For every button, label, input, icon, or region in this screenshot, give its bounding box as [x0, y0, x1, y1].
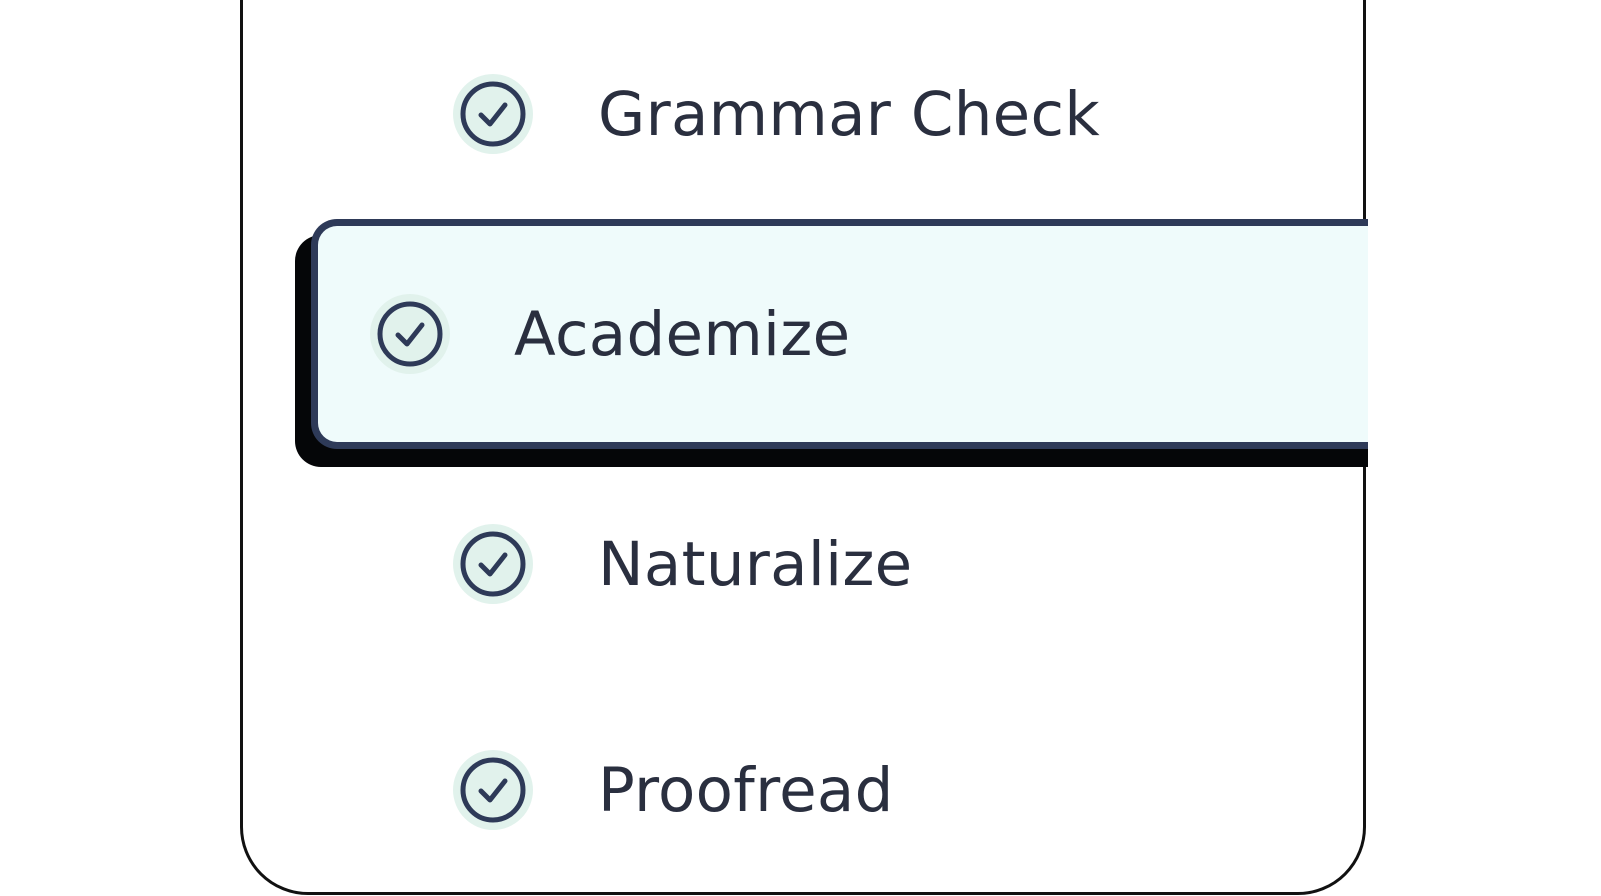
- stage: Grammar Check Academize Naturalize Proof…: [0, 0, 1601, 896]
- check-circle-icon: [453, 524, 533, 604]
- option-label: Proofread: [598, 754, 894, 826]
- check-circle-icon: [370, 294, 450, 374]
- option-label: Grammar Check: [598, 78, 1100, 150]
- option-label: Academize: [514, 298, 851, 370]
- option-academize[interactable]: Academize: [295, 219, 1368, 467]
- check-circle-icon: [453, 750, 533, 830]
- check-circle-icon: [453, 74, 533, 154]
- option-grammar-check[interactable]: Grammar Check: [451, 72, 1100, 156]
- option-label: Naturalize: [598, 528, 913, 600]
- selected-option-card[interactable]: Academize: [311, 219, 1368, 449]
- option-naturalize[interactable]: Naturalize: [451, 522, 913, 606]
- option-proofread[interactable]: Proofread: [451, 748, 894, 832]
